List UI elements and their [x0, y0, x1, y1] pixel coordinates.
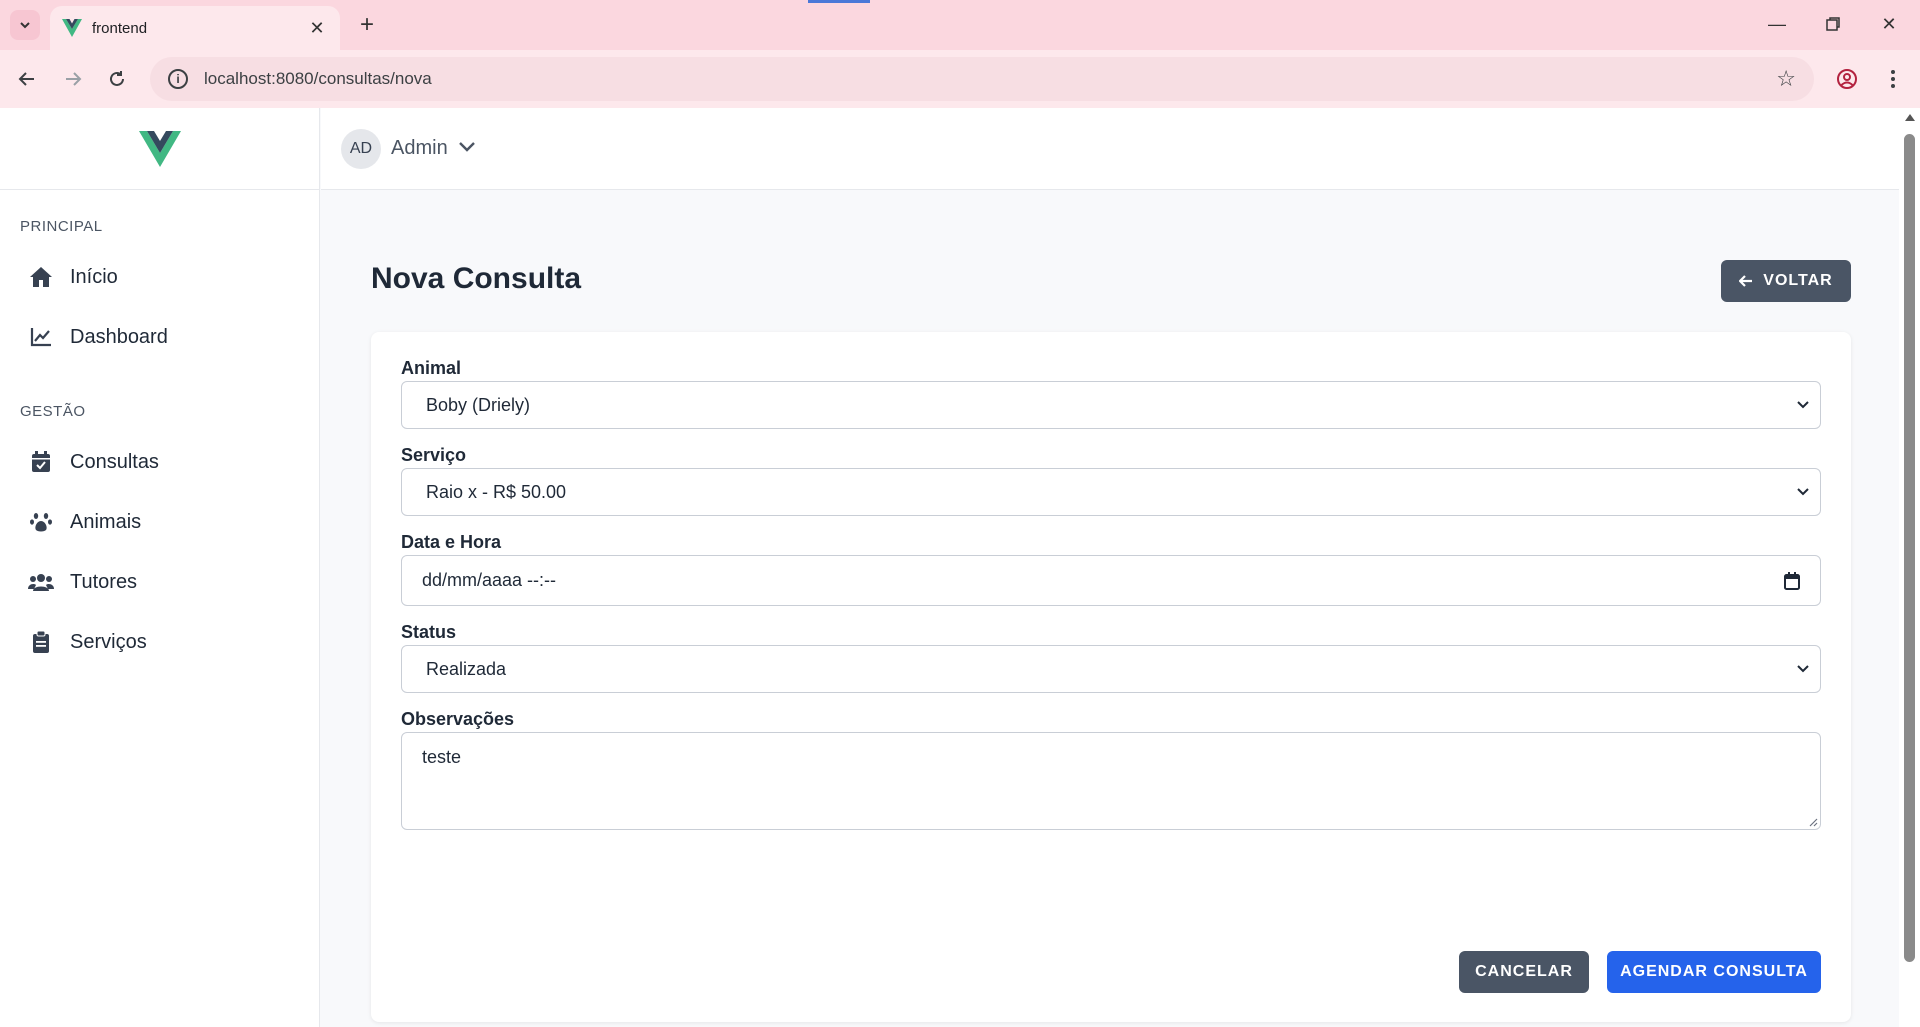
- sidebar-item-consultas[interactable]: Consultas: [0, 432, 319, 492]
- observacoes-value: teste: [422, 747, 462, 767]
- profile-icon[interactable]: [1830, 62, 1864, 96]
- back-button[interactable]: VOLTAR: [1721, 260, 1851, 302]
- section-label-gestao: GESTÃO: [20, 403, 86, 420]
- status-label: Status: [401, 622, 457, 642]
- top-bar: AD Admin: [321, 108, 1899, 190]
- forward-arrow-icon[interactable]: [56, 62, 90, 96]
- resize-handle-icon[interactable]: [1808, 817, 1818, 827]
- user-menu-name[interactable]: Admin: [391, 137, 448, 160]
- minimize-button[interactable]: —: [1754, 8, 1800, 40]
- site-info-icon[interactable]: i: [168, 69, 188, 89]
- tab-strip: frontend ✕ + — ✕: [0, 0, 1920, 50]
- sidebar: PRINCIPAL Início Dashboard GESTÃO Consul…: [0, 108, 320, 1027]
- main-content: Nova Consulta VOLTAR Animal Boby (Driely…: [321, 190, 1899, 1027]
- status-select[interactable]: Realizada: [401, 645, 1821, 693]
- sidebar-item-animais[interactable]: Animais: [0, 492, 319, 552]
- chevron-down-icon: [1797, 488, 1809, 496]
- restore-icon: [1826, 17, 1840, 31]
- sidebar-item-label: Início: [70, 265, 118, 288]
- avatar[interactable]: AD: [341, 128, 381, 169]
- vue-logo-icon: [138, 130, 181, 167]
- sidebar-item-label: Dashboard: [70, 325, 168, 348]
- url-text[interactable]: localhost:8080/consultas/nova: [204, 69, 1776, 89]
- status-select-value: Realizada: [426, 658, 507, 679]
- tab-title: frontend: [92, 19, 148, 37]
- vue-logo-icon: [62, 19, 82, 37]
- observacoes-textarea[interactable]: teste: [401, 732, 1821, 830]
- reload-icon[interactable]: [100, 62, 134, 96]
- menu-kebab-icon[interactable]: [1876, 62, 1910, 96]
- chevron-down-icon[interactable]: [458, 140, 476, 158]
- browser-toolbar: i localhost:8080/consultas/nova ☆: [0, 50, 1920, 108]
- animal-label: Animal: [401, 358, 462, 378]
- chevron-down-icon: [1797, 665, 1809, 673]
- chevron-down-icon: [1797, 401, 1809, 409]
- section-label-principal: PRINCIPAL: [20, 218, 103, 235]
- sidebar-item-tutores[interactable]: Tutores: [0, 552, 319, 612]
- tab-close-icon[interactable]: ✕: [306, 17, 328, 39]
- scroll-up-arrow-icon[interactable]: [1905, 114, 1915, 121]
- browser-tab[interactable]: frontend ✕: [50, 6, 340, 50]
- servico-select-value: Raio x - R$ 50.00: [426, 481, 567, 502]
- animal-select[interactable]: Boby (Driely): [401, 381, 1821, 429]
- page-scrollbar[interactable]: [1899, 108, 1920, 1027]
- form-card: Animal Boby (Driely) Serviço Raio x - R$…: [371, 332, 1851, 1022]
- sidebar-item-label: Tutores: [70, 570, 138, 593]
- sidebar-item-inicio[interactable]: Início: [0, 247, 319, 307]
- servico-label: Serviço: [401, 445, 467, 465]
- arrow-left-icon: [1739, 275, 1753, 287]
- calendar-icon[interactable]: [1784, 571, 1800, 590]
- restore-button[interactable]: [1810, 8, 1856, 40]
- new-tab-button[interactable]: +: [352, 10, 382, 40]
- sidebar-item-label: Consultas: [70, 450, 159, 473]
- tab-indicator: [808, 0, 870, 3]
- paw-icon: [28, 509, 54, 535]
- home-icon: [28, 264, 54, 290]
- back-arrow-icon[interactable]: [10, 62, 44, 96]
- cancel-button[interactable]: CANCELAR: [1459, 951, 1589, 993]
- data-hora-placeholder: dd/mm/aaaa --:--: [422, 570, 557, 590]
- sidebar-item-label: Animais: [70, 510, 142, 533]
- clipboard-icon: [28, 629, 54, 655]
- chevron-down-icon: [20, 22, 30, 29]
- calendar-check-icon: [28, 449, 54, 475]
- scrollbar-thumb[interactable]: [1904, 134, 1915, 962]
- bookmark-star-icon[interactable]: ☆: [1776, 66, 1796, 92]
- observacoes-label: Observações: [401, 709, 515, 729]
- tab-search-button[interactable]: [10, 10, 40, 40]
- close-window-button[interactable]: ✕: [1866, 8, 1912, 40]
- address-bar[interactable]: i localhost:8080/consultas/nova ☆: [150, 57, 1814, 101]
- page-title: Nova Consulta: [371, 262, 582, 295]
- data-hora-label: Data e Hora: [401, 532, 502, 552]
- servico-select[interactable]: Raio x - R$ 50.00: [401, 468, 1821, 516]
- browser-chrome: frontend ✕ + — ✕ i localhost:8080/consul…: [0, 0, 1920, 108]
- chart-line-icon: [28, 324, 54, 350]
- back-button-label: VOLTAR: [1763, 272, 1833, 289]
- animal-select-value: Boby (Driely): [426, 394, 531, 415]
- sidebar-item-dashboard[interactable]: Dashboard: [0, 307, 319, 367]
- users-icon: [28, 569, 54, 595]
- schedule-appointment-button[interactable]: AGENDAR CONSULTA: [1607, 951, 1821, 993]
- sidebar-item-servicos[interactable]: Serviços: [0, 612, 319, 672]
- sidebar-item-label: Serviços: [70, 630, 147, 653]
- brand[interactable]: [0, 108, 319, 190]
- data-hora-input[interactable]: dd/mm/aaaa --:--: [401, 555, 1821, 606]
